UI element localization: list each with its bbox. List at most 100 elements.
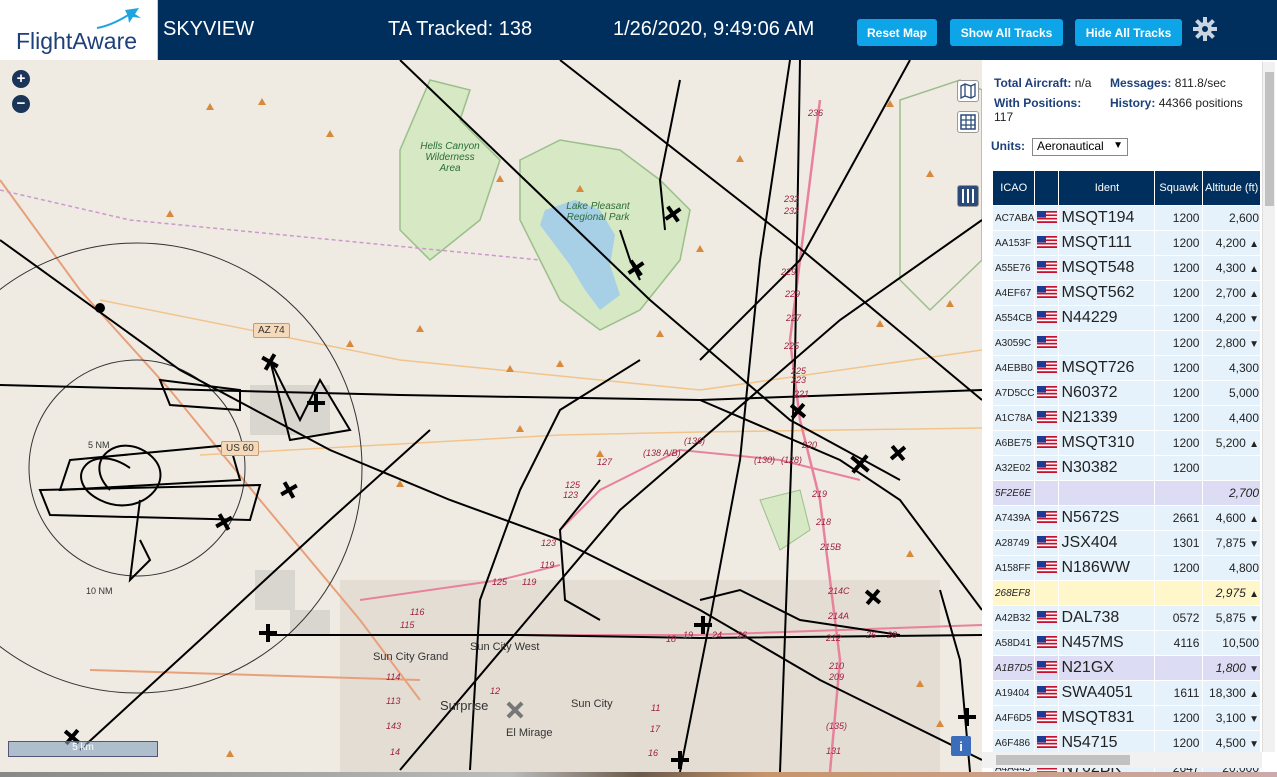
ident-cell: N44229	[1058, 305, 1156, 331]
ident-cell: MSQT111	[1058, 230, 1156, 256]
trend-indicator: ▼	[1249, 614, 1259, 625]
route-number-label: 229	[781, 267, 797, 277]
table-row[interactable]: A55E76 MSQT548 1200 4,300 ▲	[991, 255, 1261, 281]
map-layers-icon[interactable]	[957, 80, 979, 102]
flag-cell	[1034, 555, 1060, 581]
history-value: 44366 positions	[1158, 96, 1243, 110]
us-flag-icon	[1036, 460, 1057, 473]
altitude-value: 4,500	[1215, 736, 1246, 750]
ident-cell: MSQT548	[1058, 255, 1156, 281]
squawk-cell: 1200	[1154, 430, 1204, 456]
grid-icon[interactable]	[957, 111, 979, 133]
col-altitude[interactable]: Altitude (ft)	[1202, 170, 1261, 206]
table-row[interactable]: A58D41 N457MS 4116 10,500	[991, 630, 1261, 656]
zoom-in-icon[interactable]: +	[12, 70, 30, 88]
table-row[interactable]: A19404 SWA4051 1611 18,300 ▲	[991, 680, 1261, 706]
icao-cell: A19404	[991, 680, 1036, 706]
squawk-cell: 1200	[1154, 555, 1204, 581]
units-select[interactable]: Aeronautical ▼	[1032, 138, 1128, 156]
columns-icon[interactable]	[957, 185, 979, 207]
icao-cell: A32E02	[991, 455, 1036, 481]
table-row[interactable]: A4EF67 MSQT562 1200 2,700 ▲	[991, 280, 1261, 306]
icao-cell: AC7ABA	[991, 205, 1036, 231]
ident-cell: MSQT562	[1058, 280, 1156, 306]
aircraft-table: ICAO Ident Squawk Altitude (ft) AC7ABA MS…	[991, 170, 1261, 772]
route-number-label: 17	[650, 724, 661, 734]
scroll-thumb[interactable]	[996, 755, 1130, 765]
table-row[interactable]: A554CB N44229 1200 4,200 ▼	[991, 305, 1261, 331]
table-row[interactable]: A7439A N5672S 2661 4,600 ▲	[991, 505, 1261, 531]
trend-indicator: ▼	[1249, 339, 1259, 350]
col-icao[interactable]: ICAO	[991, 170, 1036, 206]
icao-cell: A4F6D5	[991, 705, 1036, 731]
ident-cell: MSQT831	[1058, 705, 1156, 731]
table-row[interactable]: A158FF N186WW 1200 4,800	[991, 555, 1261, 581]
messages-label: Messages:	[1110, 76, 1172, 90]
us-flag-icon	[1036, 385, 1057, 398]
altitude-cell: 1,800 ▼	[1202, 655, 1261, 681]
altitude-cell: 4,200 ▲	[1202, 230, 1261, 256]
route-number-label: 225	[784, 341, 800, 351]
table-row[interactable]: A1C78A N21339 1200 4,400	[991, 405, 1261, 431]
show-all-tracks-button[interactable]: Show All Tracks	[950, 19, 1063, 46]
ident-cell: N30382	[1058, 455, 1156, 481]
flag-cell	[1034, 305, 1060, 331]
altitude-value: 3,100	[1215, 711, 1246, 725]
table-row[interactable]: 5F2E6E 2,700	[991, 480, 1261, 506]
squawk-cell: 1200	[1154, 305, 1204, 331]
ident-cell: MSQT726	[1058, 355, 1156, 381]
route-number-label: 215B	[820, 542, 842, 552]
us-flag-icon	[1036, 260, 1057, 273]
col-flag[interactable]	[1034, 170, 1060, 206]
scale-bar: 5 km	[8, 741, 158, 757]
flag-cell	[1034, 605, 1060, 631]
table-row[interactable]: A42B32 DAL738 0572 5,875 ▼	[991, 605, 1261, 631]
us-flag-icon	[1036, 535, 1057, 548]
table-row[interactable]: 268EF8 2,975 ▲	[991, 580, 1261, 606]
route-number-label: 214C	[828, 586, 850, 596]
altitude-value: 4,600	[1215, 511, 1246, 525]
altitude-value: 2,975	[1215, 586, 1246, 600]
squawk-cell: 1200	[1154, 205, 1204, 231]
col-squawk[interactable]: Squawk	[1154, 170, 1204, 206]
table-row[interactable]: A4F6D5 MSQT831 1200 3,100 ▼	[991, 705, 1261, 731]
table-row[interactable]: A28749 JSX404 1301 7,875 ▼	[991, 530, 1261, 556]
route-number-label: 125	[565, 480, 581, 490]
scroll-thumb[interactable]	[1265, 72, 1274, 206]
table-row[interactable]: A6BE75 MSQT310 1200 5,200 ▲	[991, 430, 1261, 456]
panel-vertical-scrollbar[interactable]	[1262, 62, 1275, 752]
icao-cell: A6BE75	[991, 430, 1036, 456]
map-view[interactable]: Hells Canyon Wilderness Area Lake Pleasa…	[0, 60, 982, 772]
reset-map-button[interactable]: Reset Map	[857, 19, 937, 46]
top-bar: FlightAware SKYVIEW TA Tracked: 138 1/26…	[0, 0, 1277, 60]
zoom-out-icon[interactable]: −	[12, 95, 30, 113]
flag-cell	[1034, 455, 1060, 481]
altitude-cell: 2,800 ▼	[1202, 330, 1261, 356]
altitude-value: 18,300	[1209, 686, 1246, 700]
flightaware-logo[interactable]: FlightAware	[0, 0, 158, 60]
panel-horizontal-scrollbar[interactable]	[982, 752, 1262, 768]
table-row[interactable]: AA153F MSQT111 1200 4,200 ▲	[991, 230, 1261, 256]
table-row[interactable]: AC7ABA MSQT194 1200 2,600	[991, 205, 1261, 231]
ident-cell: N457MS	[1058, 630, 1156, 656]
table-row[interactable]: A1B7D5 N21GX 1,800 ▼	[991, 655, 1261, 681]
table-row[interactable]: A4EBB0 MSQT726 1200 4,300	[991, 355, 1261, 381]
ident-cell: N21339	[1058, 405, 1156, 431]
squawk-cell	[1154, 480, 1204, 506]
table-row[interactable]: A3059C 1200 2,800 ▼	[991, 330, 1261, 356]
altitude-value: 4,800	[1228, 561, 1259, 575]
table-row[interactable]: A32E02 N30382 1200	[991, 455, 1261, 481]
table-row[interactable]: A7D5CC N60372 1200 5,000	[991, 380, 1261, 406]
squawk-cell: 0572	[1154, 605, 1204, 631]
trend-indicator: ▲	[1249, 439, 1259, 450]
altitude-cell: 5,000	[1202, 380, 1261, 406]
route-number-label: 229	[785, 289, 801, 299]
hide-all-tracks-button[interactable]: Hide All Tracks	[1075, 19, 1182, 46]
col-ident[interactable]: Ident	[1058, 170, 1156, 206]
flag-cell	[1034, 630, 1060, 656]
icao-cell: 268EF8	[991, 580, 1036, 606]
gear-icon[interactable]	[1192, 16, 1218, 42]
info-icon[interactable]: i	[951, 736, 971, 756]
squawk-cell	[1154, 580, 1204, 606]
squawk-cell: 1200	[1154, 255, 1204, 281]
